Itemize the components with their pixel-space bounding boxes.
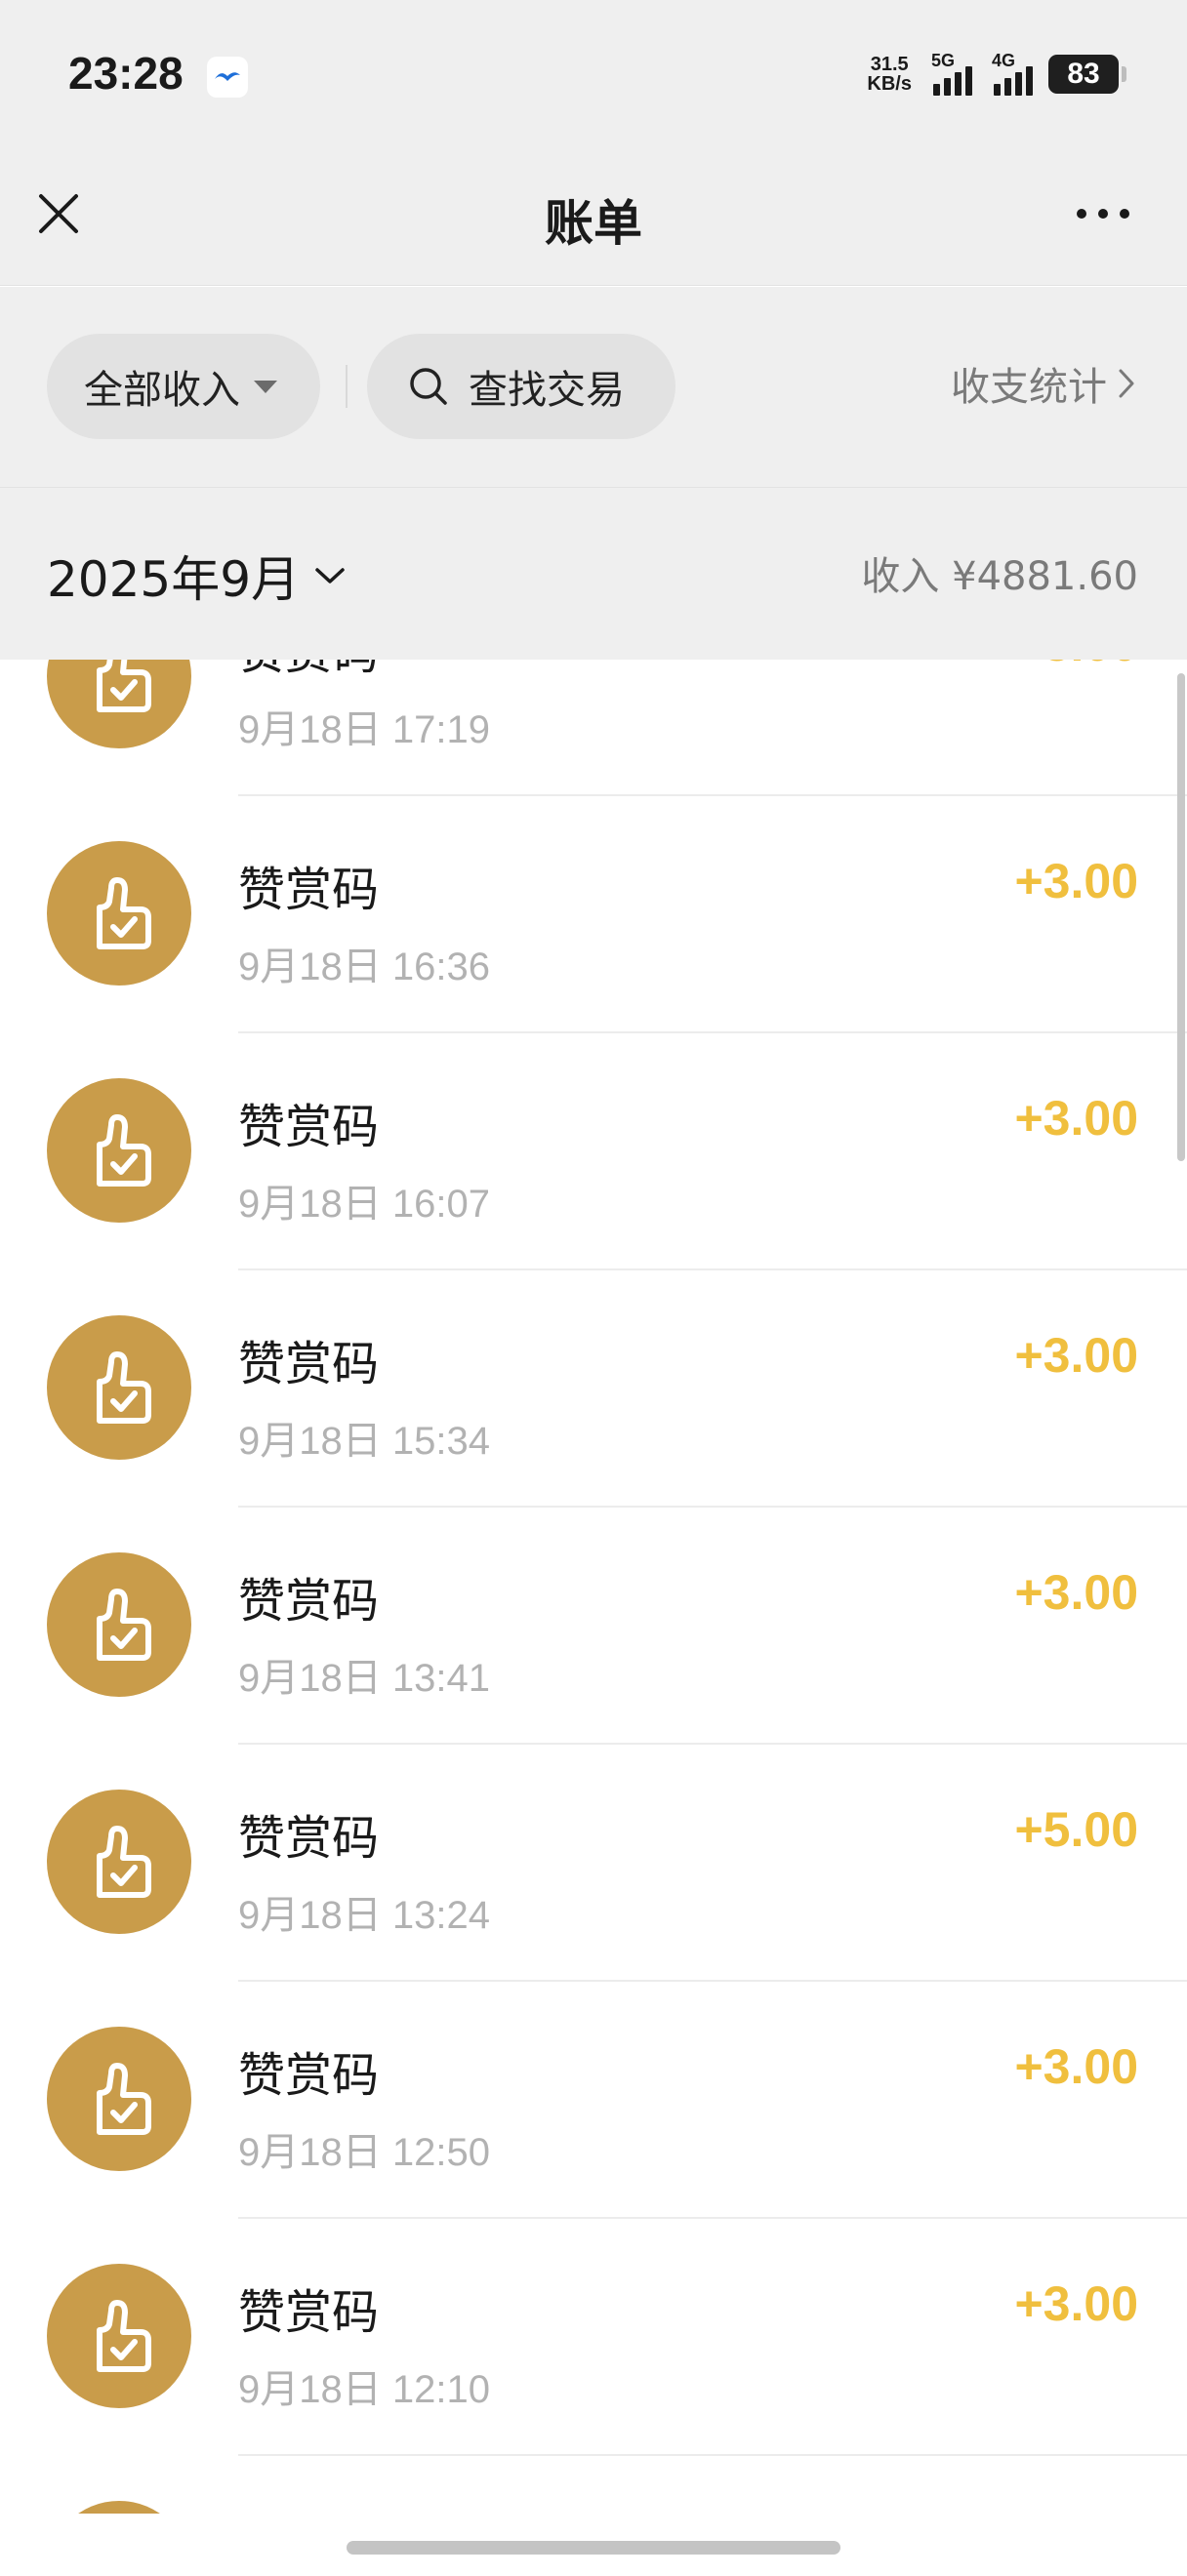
stats-link-label: 收支统计 (951, 365, 1107, 410)
chevron-right-icon (1119, 369, 1134, 398)
search-icon (410, 368, 447, 405)
transaction-time: 9月18日 17:19 (238, 708, 490, 751)
thumbs-up-icon (47, 2027, 191, 2171)
transaction-title: 赞赏码 (238, 1811, 380, 1866)
page-title: 账单 (545, 195, 642, 252)
transaction-title: 赞赏码 (238, 1337, 380, 1391)
transaction-time: 9月18日 15:34 (238, 1420, 490, 1463)
battery-icon: 83 (1048, 55, 1126, 94)
transaction-list-items: 赞赏码 9月18日 17:19 +3.00 赞赏码 9月18日 16:36 +3… (0, 660, 1187, 2514)
transaction-list[interactable]: 赞赏码 9月18日 17:19 +3.00 赞赏码 9月18日 16:36 +3… (0, 660, 1187, 2514)
thumbs-up-icon (47, 2264, 191, 2408)
transaction-row[interactable]: 赞赏码 9月18日 12:50 +3.00 (0, 1982, 1187, 2219)
transaction-title: 赞赏码 (238, 660, 379, 682)
transaction-amount: +3.00 (1014, 854, 1138, 908)
transaction-row[interactable]: 赞赏码 9月18日 13:41 +3.00 (0, 1508, 1187, 1745)
notification-app-icon (207, 57, 248, 98)
dropdown-triangle-icon (254, 380, 277, 393)
transaction-title: 赞赏码 (238, 2285, 380, 2340)
transaction-amount: +3.00 (1014, 1328, 1138, 1383)
transaction-row[interactable]: 赞赏码 9月18日 13:24 +5.00 (0, 1745, 1187, 1982)
search-transactions-button[interactable]: 查找交易 (367, 334, 675, 439)
transaction-time: 9月18日 13:41 (238, 1657, 490, 1700)
thumbs-up-icon (47, 1552, 191, 1697)
month-selector[interactable]: 2025年9月 (47, 541, 347, 611)
more-icon[interactable] (1074, 204, 1132, 223)
filter-divider (346, 365, 348, 408)
month-income-total: 收入 ¥4881.60 (861, 554, 1138, 599)
transaction-row[interactable]: 赞赏码 9月18日 17:19 +3.00 (0, 660, 1187, 796)
month-header: 2025年9月 收入 ¥4881.60 (0, 488, 1187, 660)
transaction-time: 9月18日 12:50 (238, 2131, 490, 2174)
transaction-title: 赞赏码 (238, 1100, 380, 1154)
transaction-title: 赞赏码 (238, 863, 380, 917)
search-transactions-label: 查找交易 (469, 368, 625, 413)
transaction-amount: +3.00 (1014, 660, 1138, 672)
transaction-amount: +5.00 (1014, 1802, 1138, 1857)
transaction-title: 赞赏码 (238, 2511, 379, 2514)
income-type-filter[interactable]: 全部收入 (47, 334, 320, 439)
thumbs-up-icon (47, 841, 191, 986)
transaction-amount: +3.00 (1014, 2276, 1138, 2331)
transaction-time: 9月18日 13:24 (238, 1894, 490, 1937)
status-indicators: 31.5 KB/s 5G 4G 83 (867, 49, 1126, 100)
status-bar: 23:28 31.5 KB/s 5G 4G 83 (0, 0, 1187, 151)
network-speed: 31.5 KB/s (867, 54, 912, 95)
income-type-filter-label: 全部收入 (84, 368, 240, 413)
transaction-row[interactable]: 赞赏码 9月18日 16:07 +3.00 (0, 1033, 1187, 1270)
nav-bar: 账单 (0, 151, 1187, 286)
thumbs-up-icon (47, 2501, 191, 2514)
home-indicator[interactable] (347, 2541, 840, 2555)
transaction-row[interactable]: 赞赏码 (0, 2456, 1187, 2514)
month-selector-label: 2025年9月 (47, 551, 301, 608)
transaction-row[interactable]: 赞赏码 9月18日 15:34 +3.00 (0, 1270, 1187, 1508)
thumbs-up-icon (47, 1315, 191, 1460)
transaction-time: 9月18日 16:36 (238, 946, 490, 988)
chevron-down-icon (315, 568, 345, 584)
transaction-title: 赞赏码 (238, 1574, 380, 1629)
transaction-title: 赞赏码 (238, 2048, 380, 2103)
signal-5g-icon: 5G (927, 51, 972, 96)
thumbs-up-icon (47, 1078, 191, 1223)
transaction-row[interactable]: 赞赏码 9月18日 12:10 +3.00 (0, 2219, 1187, 2456)
transaction-time: 9月18日 12:10 (238, 2368, 490, 2411)
status-time: 23:28 (68, 48, 184, 99)
transaction-amount: +3.00 (1014, 1565, 1138, 1620)
list-scrollbar[interactable] (1177, 673, 1185, 1161)
transaction-amount: +3.00 (1014, 2039, 1138, 2094)
thumbs-up-icon (47, 660, 191, 748)
signal-4g-icon: 4G (988, 51, 1033, 96)
income-expense-stats-link[interactable]: 收支统计 (951, 355, 1136, 412)
thumbs-up-icon (47, 1790, 191, 1934)
filter-bar: 全部收入 查找交易 收支统计 (0, 287, 1187, 488)
transaction-amount: +3.00 (1014, 1091, 1138, 1146)
transaction-row[interactable]: 赞赏码 9月18日 16:36 +3.00 (0, 796, 1187, 1033)
transaction-time: 9月18日 16:07 (238, 1183, 490, 1226)
